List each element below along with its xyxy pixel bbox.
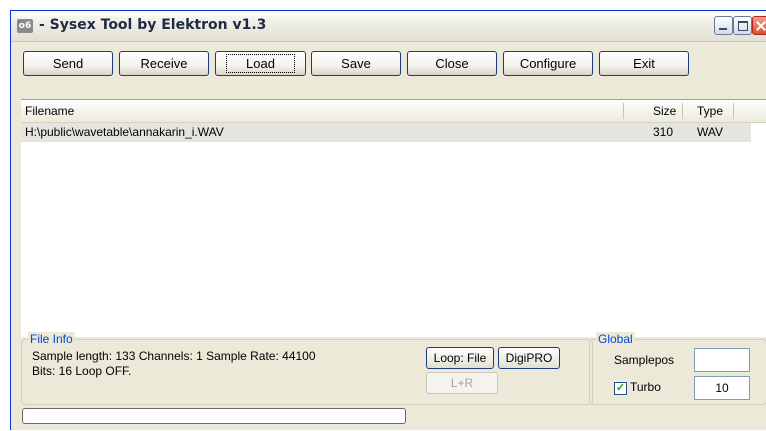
turbo-value-field[interactable]: 10 [694, 376, 750, 400]
turbo-label: Turbo [630, 380, 661, 394]
column-header-size[interactable]: Size [653, 104, 676, 118]
exit-button[interactable]: Exit [599, 51, 689, 76]
load-button[interactable]: Load [215, 51, 306, 76]
elektron-app-icon[interactable]: o6 [17, 19, 33, 33]
samplepos-input[interactable] [694, 348, 750, 372]
column-divider[interactable] [623, 103, 624, 119]
file-list[interactable]: Filename Size Type H:\public\wavetable\a… [21, 99, 766, 337]
close-window-icon[interactable] [752, 16, 766, 35]
maximize-icon[interactable] [733, 16, 752, 35]
app-window: o6 - Sysex Tool by Elektron v1.3 Send Re… [10, 10, 766, 430]
loop-file-button[interactable]: Loop: File [426, 347, 494, 369]
receive-button[interactable]: Receive [119, 51, 209, 76]
column-header-filename[interactable]: Filename [25, 104, 74, 118]
file-info-legend: File Info [28, 332, 75, 346]
send-button[interactable]: Send [23, 51, 113, 76]
file-info-group: File Info Sample length: 133 Channels: 1… [21, 332, 593, 405]
lr-button[interactable]: L+R [426, 372, 498, 394]
global-group: Global Samplepos ✓ Turbo 10 [589, 332, 766, 405]
digipro-button[interactable]: DigiPRO [498, 347, 560, 369]
list-header: Filename Size Type [21, 100, 766, 123]
file-info-line1: Sample length: 133 Channels: 1 Sample Ra… [32, 349, 316, 363]
minimize-icon[interactable] [714, 16, 733, 35]
column-divider[interactable] [733, 103, 734, 119]
title-bar[interactable]: o6 - Sysex Tool by Elektron v1.3 [11, 11, 766, 42]
turbo-checkbox[interactable]: ✓ [614, 382, 627, 395]
progress-bar [22, 408, 406, 424]
configure-button[interactable]: Configure [503, 51, 593, 76]
samplepos-label: Samplepos [614, 353, 675, 367]
close-button[interactable]: Close [407, 51, 497, 76]
table-row[interactable]: H:\public\wavetable\annakarin_i.WAV 310 … [21, 123, 751, 142]
file-info-line2: Bits: 16 Loop OFF. [32, 364, 132, 378]
save-button[interactable]: Save [311, 51, 401, 76]
cell-type: WAV [697, 125, 723, 139]
column-divider[interactable] [682, 103, 683, 119]
cell-filename: H:\public\wavetable\annakarin_i.WAV [25, 125, 224, 139]
global-legend: Global [596, 332, 635, 346]
window-title: - Sysex Tool by Elektron v1.3 [39, 17, 267, 33]
column-header-type[interactable]: Type [697, 104, 723, 118]
cell-size: 310 [653, 125, 674, 139]
